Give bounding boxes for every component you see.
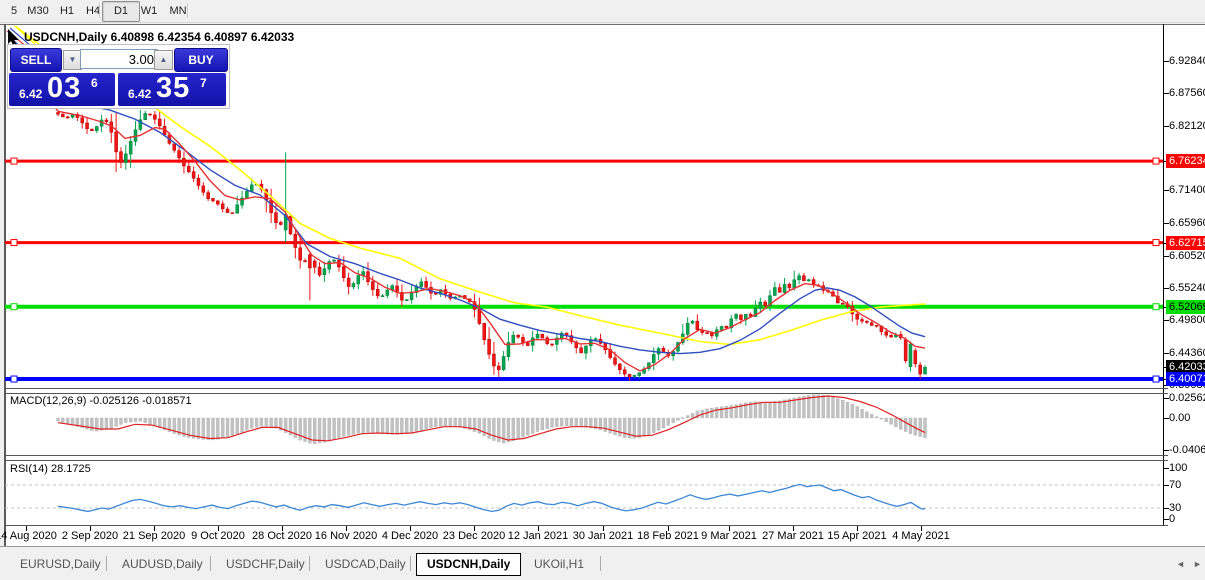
tab-usdchf-daily[interactable]: USDCHF,Daily: [216, 554, 315, 574]
price-axis-label: 6.71400: [1169, 184, 1205, 196]
mt4-window: 5M30H1H4D1W1MN USDCNH,Daily 6.40898 6.42…: [0, 0, 1205, 580]
hline-handle[interactable]: [11, 304, 17, 310]
chart-title: USDCNH,Daily 6.40898 6.42354 6.40897 6.4…: [24, 30, 294, 44]
tab-eurusd-daily[interactable]: EURUSD,Daily: [10, 554, 111, 574]
one-click-trade-panel: SELL ▼ ▲ BUY 6.42 03 6 6.42 35 7: [7, 44, 230, 109]
rsi-line: [58, 484, 925, 511]
bid-big-digits: 03: [47, 72, 81, 105]
rsi-axis-label: 70: [1169, 479, 1181, 491]
date-axis-label: 21 Sep 2020: [123, 530, 185, 542]
macd-axis-label: -0.04068: [1169, 444, 1205, 456]
hline-handle[interactable]: [1153, 158, 1159, 164]
rsi-axis-label: 0: [1169, 513, 1175, 525]
macd-axis-label: 0.00: [1169, 412, 1190, 424]
bid-prefix: 6.42: [19, 87, 42, 101]
date-axis-label: 14 Aug 2020: [0, 530, 57, 542]
rsi-pane[interactable]: [5, 484, 1163, 511]
hline-handle[interactable]: [1153, 376, 1159, 382]
hline-handle[interactable]: [11, 158, 17, 164]
date-axis-label: 18 Feb 2021: [637, 530, 699, 542]
macd-indicator-label: MACD(12,26,9) -0.025126 -0.018571: [10, 395, 192, 407]
bid-pip-digit: 6: [91, 76, 98, 90]
hline-handle[interactable]: [1153, 304, 1159, 310]
date-axis-label: 28 Oct 2020: [252, 530, 312, 542]
price-tag-640071: 6.40071: [1166, 372, 1205, 386]
date-axis-label: 4 May 2021: [892, 530, 949, 542]
macd-axis-label: 0.025623: [1169, 392, 1205, 404]
volume-increase-button[interactable]: ▲: [154, 50, 173, 70]
candles-group[interactable]: [57, 110, 927, 381]
hline-handle[interactable]: [1153, 240, 1159, 246]
volume-input[interactable]: [80, 49, 158, 69]
date-axis-label: 30 Jan 2021: [573, 530, 634, 542]
tab-scroll-left-icon[interactable]: ◄: [1176, 559, 1185, 569]
price-tag-652069: 6.52069: [1166, 300, 1205, 314]
buy-button[interactable]: BUY: [174, 48, 228, 72]
tab-separator: [106, 556, 107, 571]
hline-handle[interactable]: [11, 240, 17, 246]
tab-separator: [210, 556, 211, 571]
price-axis-label: 6.82120: [1169, 120, 1205, 132]
rsi-indicator-label: RSI(14) 28.1725: [10, 463, 91, 475]
tab-ukoil-h1[interactable]: UKOil,H1: [524, 554, 594, 574]
price-axis-label: 6.60520: [1169, 250, 1205, 262]
date-axis-label: 4 Dec 2020: [382, 530, 438, 542]
date-axis-label: 2 Sep 2020: [62, 530, 118, 542]
ask-price-display[interactable]: 6.42 35 7: [118, 73, 226, 106]
price-axis-label: 6.49800: [1169, 314, 1205, 326]
price-tag-662715: 6.62715: [1166, 236, 1205, 250]
rsi-axis-label: 100: [1169, 462, 1187, 474]
sell-button[interactable]: SELL: [10, 48, 62, 72]
price-axis-label: 6.92840: [1169, 55, 1205, 67]
tab-separator: [410, 556, 411, 571]
price-axis-label: 6.44360: [1169, 347, 1205, 359]
tab-scroll-right-icon[interactable]: ►: [1193, 559, 1202, 569]
tab-usdcad-daily[interactable]: USDCAD,Daily: [315, 554, 416, 574]
tab-separator: [309, 556, 310, 571]
tab-audusd-daily[interactable]: AUDUSD,Daily: [112, 554, 213, 574]
tab-separator: [600, 556, 601, 571]
price-axis-label: 6.55240: [1169, 282, 1205, 294]
price-axis-label: 6.65960: [1169, 217, 1205, 229]
date-axis-label: 12 Jan 2021: [508, 530, 569, 542]
tab-usdcnh-daily[interactable]: USDCNH,Daily: [416, 553, 521, 576]
ask-prefix: 6.42: [128, 87, 151, 101]
price-axis-label: 6.87560: [1169, 87, 1205, 99]
date-axis-label: 9 Mar 2021: [701, 530, 757, 542]
bid-price-display[interactable]: 6.42 03 6: [9, 73, 115, 106]
date-axis-label: 16 Nov 2020: [315, 530, 377, 542]
ask-pip-digit: 7: [200, 76, 207, 90]
date-axis-label: 27 Mar 2021: [762, 530, 824, 542]
price-tag-676234: 6.76234: [1166, 154, 1205, 168]
horizontal-lines-group[interactable]: [5, 158, 1163, 382]
ask-big-digits: 35: [156, 72, 190, 105]
date-axis-label: 15 Apr 2021: [827, 530, 886, 542]
hline-handle[interactable]: [11, 376, 17, 382]
chart-tab-bar: EURUSD,DailyAUDUSD,DailyUSDCHF,DailyUSDC…: [0, 547, 1205, 580]
date-axis-label: 23 Dec 2020: [443, 530, 505, 542]
date-axis-label: 9 Oct 2020: [191, 530, 245, 542]
